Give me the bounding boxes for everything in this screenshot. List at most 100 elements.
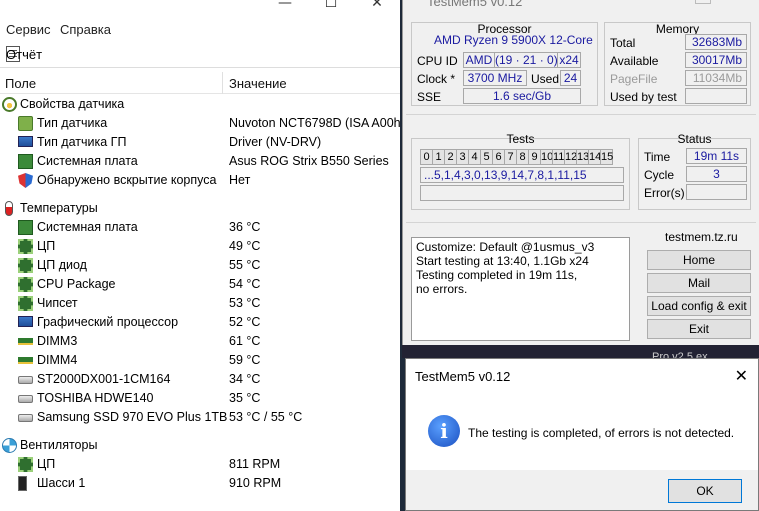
memory-available-value: 30017Mb — [685, 52, 747, 68]
item-label: ЦП — [37, 457, 56, 471]
site-label: testmem.tz.ru — [665, 230, 738, 244]
group-label: Вентиляторы — [20, 438, 98, 452]
gauge-icon — [2, 97, 17, 112]
column-header: Поле Значение — [0, 72, 400, 94]
test-cells: 0 1 2 3 4 5 6 7 8 9 10 11 12 13 14 15 — [420, 149, 614, 165]
maximize-button[interactable]: ☐ — [308, 0, 354, 14]
pagefile-value: 11034Mb — [685, 70, 747, 86]
list-item[interactable]: Системная плата Asus ROG Strix B550 Serie… — [0, 152, 400, 171]
cycle-label: Cycle — [644, 168, 675, 182]
list-item[interactable]: ЦП диод 55 °C — [0, 256, 400, 275]
shield-icon — [18, 173, 33, 188]
memory-total-label: Total — [610, 36, 636, 50]
group-temperatures[interactable]: Температуры — [0, 199, 400, 218]
list-item[interactable]: ЦП 811 RPM — [0, 455, 400, 474]
testmem-title: TestMem5 v0.12 — [427, 0, 523, 9]
hdd-icon — [18, 414, 33, 422]
list-item[interactable]: DIMM3 61 °C — [0, 332, 400, 351]
used-by-test-value — [685, 88, 747, 104]
list-item[interactable]: ST2000DX001-1CM164 34 °C — [0, 370, 400, 389]
menu-help[interactable]: Справка — [60, 22, 111, 37]
mail-button[interactable]: Mail — [647, 273, 751, 293]
ok-button[interactable]: OK — [668, 479, 742, 503]
item-label: ЦП — [37, 239, 56, 253]
case-icon — [18, 476, 27, 491]
dimm-icon — [18, 338, 33, 345]
list-item[interactable]: Графический процессор 52 °C — [0, 313, 400, 332]
group-fans[interactable]: Вентиляторы — [0, 436, 400, 455]
home-button[interactable]: Home — [647, 250, 751, 270]
list-item[interactable]: Обнаружено вскрытие корпуса Нет — [0, 171, 400, 190]
dialog-message: The testing is completed, of errors is n… — [468, 426, 735, 440]
used-label: Used — [531, 72, 560, 86]
cpu-id-label: CPU ID — [417, 54, 458, 68]
sse-label: SSE — [417, 90, 442, 104]
cycle-value: 3 — [686, 166, 747, 182]
list-item[interactable]: TOSHIBA HDWE140 35 °C — [0, 389, 400, 408]
item-value: 54 °C — [229, 277, 261, 291]
column-value[interactable]: Значение — [229, 76, 287, 91]
item-label: ЦП диод — [37, 258, 87, 272]
used-value: 24 — [560, 70, 581, 86]
list-item[interactable]: Шасси 1 910 RPM — [0, 474, 400, 493]
cpu-icon — [18, 277, 33, 292]
list-item[interactable]: Тип датчика ГП Driver (NV-DRV) — [0, 133, 400, 152]
divider — [406, 114, 756, 115]
test-cell: 15 — [600, 149, 614, 165]
background-window: Pro v2.5 ex — [402, 345, 759, 363]
list-item[interactable]: Чипсет 53 °C — [0, 294, 400, 313]
item-label: Чипсет — [37, 296, 78, 310]
item-label: CPU Package — [37, 277, 116, 291]
item-label: DIMM3 — [37, 334, 78, 348]
minimize-button[interactable]: — — [262, 0, 308, 14]
monitor-icon — [18, 316, 33, 327]
item-label: Шасси 1 — [37, 476, 86, 490]
list-item[interactable]: Тип датчика Nuvoton NCT6798D (ISA A00h) — [0, 114, 400, 133]
list-item[interactable]: Samsung SSD 970 EVO Plus 1TB 53 °C / 55 °… — [0, 408, 400, 427]
item-value: 811 RPM — [229, 457, 281, 471]
test-sequence: ...5,1,4,3,0,13,9,14,7,8,1,11,15 — [420, 167, 624, 183]
item-value: 55 °C — [229, 258, 261, 272]
log-line: Start testing at 13:40, 1.1Gb x24 — [416, 254, 589, 268]
clock-value: 3700 MHz — [463, 70, 527, 86]
group-sensor-properties[interactable]: Свойства датчика — [0, 95, 400, 114]
report-button[interactable]: Отчёт — [6, 44, 42, 64]
cpu-id-threads: x24 — [557, 52, 581, 68]
cpu-icon — [18, 239, 33, 254]
board-icon — [18, 220, 33, 235]
load-config-button[interactable]: Load config & exit — [647, 296, 751, 316]
menu-service[interactable]: Сервис — [6, 22, 51, 37]
item-label: Тип датчика ГП — [37, 135, 127, 149]
chip-icon — [18, 296, 33, 311]
column-separator[interactable] — [222, 72, 223, 94]
item-value: 61 °C — [229, 334, 261, 348]
menu-bar: Сервис Справка — [0, 18, 400, 40]
pagefile-label: PageFile — [610, 72, 658, 86]
item-label: DIMM4 — [37, 353, 78, 367]
list-item[interactable]: CPU Package 54 °C — [0, 275, 400, 294]
tests-heading: Tests — [506, 132, 535, 146]
divider — [406, 222, 756, 223]
dialog-body: i The testing is completed, of errors is… — [406, 393, 758, 470]
item-label: TOSHIBA HDWE140 — [37, 391, 154, 405]
list-item[interactable]: DIMM4 59 °C — [0, 351, 400, 370]
sse-value: 1.6 sec/Gb — [463, 88, 581, 104]
testmem-maximize-button[interactable] — [695, 0, 711, 4]
column-field[interactable]: Поле — [5, 76, 36, 91]
list-item[interactable]: Системная плата 36 °C — [0, 218, 400, 237]
info-icon: i — [428, 415, 460, 447]
test-log[interactable]: Customize: Default @1usmus_v3 Start test… — [411, 237, 630, 341]
item-label: Samsung SSD 970 EVO Plus 1TB — [37, 410, 228, 424]
close-button[interactable]: ✕ — [354, 0, 400, 14]
dialog-title: TestMem5 v0.12 — [415, 369, 511, 384]
item-label: ST2000DX001-1CM164 — [37, 372, 171, 386]
item-value: 34 °C — [229, 372, 261, 386]
cpu-id-value: (19 · 21 · 0) — [494, 52, 558, 68]
hdd-icon — [18, 376, 33, 384]
report-label: Отчёт — [6, 46, 43, 62]
completion-dialog: TestMem5 v0.12 ✕ i The testing is comple… — [405, 358, 759, 511]
list-item[interactable]: ЦП 49 °C — [0, 237, 400, 256]
exit-button[interactable]: Exit — [647, 319, 751, 339]
dialog-close-button[interactable]: ✕ — [735, 366, 748, 385]
item-value: Driver (NV-DRV) — [229, 135, 322, 149]
